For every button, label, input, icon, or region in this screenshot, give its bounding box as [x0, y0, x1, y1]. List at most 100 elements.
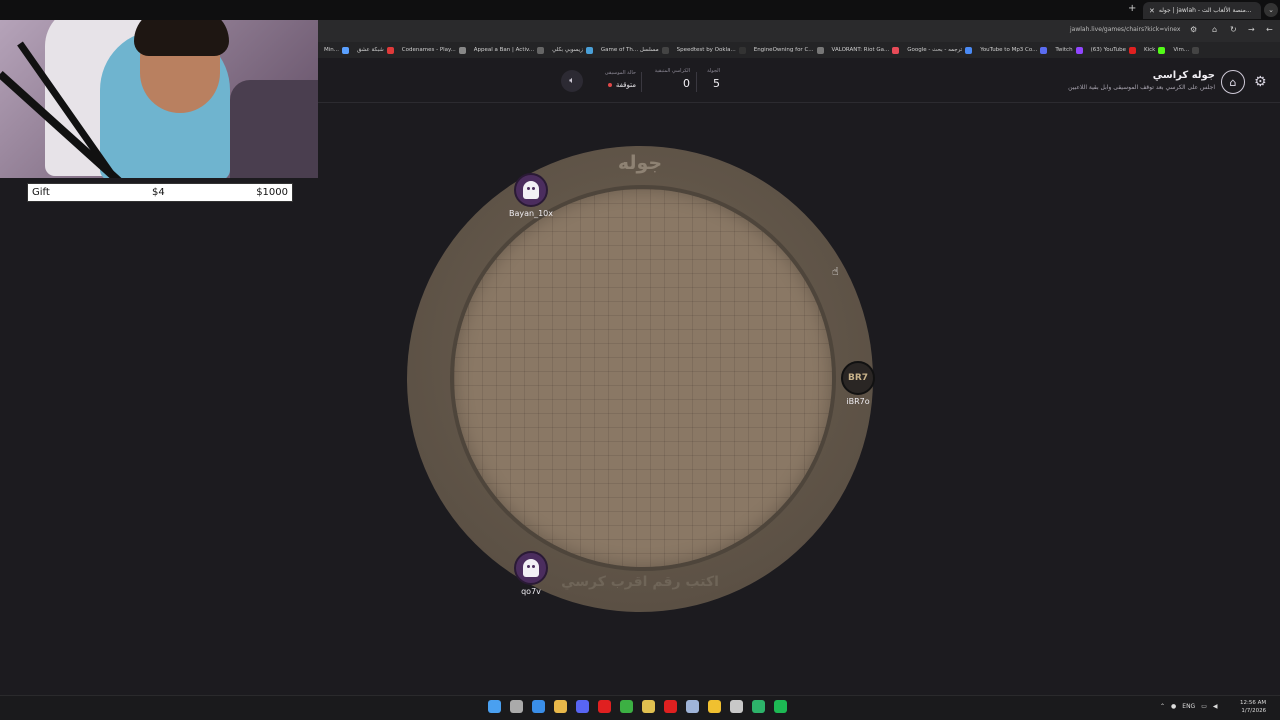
taskbar-app-icon[interactable] — [532, 700, 545, 713]
bookmark-item[interactable]: Min... — [324, 46, 350, 54]
taskbar-app-icon[interactable] — [642, 700, 655, 713]
divider — [641, 72, 642, 92]
bookmark-item[interactable]: VALORANT: Riot Ga... — [831, 46, 900, 54]
time: 12:56 AM — [1240, 700, 1267, 706]
taskbar-app-icon[interactable] — [730, 700, 743, 713]
bookmark-label: Vim... — [1173, 47, 1190, 53]
taskbar-apps — [488, 700, 787, 713]
bookmarks-bar: Min... شبكة عشق Codenames - Play... Appeal … — [318, 42, 1280, 58]
avatar: BR7 — [841, 361, 875, 395]
chevron-up-icon[interactable]: ⌃ — [1160, 703, 1165, 710]
url-field[interactable]: jawlah.live/games/chairs?kick=vinex — [1070, 26, 1180, 33]
bookmark-favicon-icon — [458, 46, 466, 54]
back-icon[interactable]: ← — [1266, 25, 1273, 34]
chair-board-center — [454, 189, 832, 567]
bookmark-item[interactable]: زيسوبي بكلي — [552, 46, 593, 54]
settings-gear-icon[interactable]: ⚙ — [1254, 74, 1267, 90]
bookmark-item[interactable]: (63) YouTube — [1091, 46, 1136, 54]
avatar — [514, 173, 548, 207]
bookmark-favicon-icon — [738, 46, 746, 54]
bookmark-label: VALORANT: Riot Ga... — [831, 47, 890, 53]
bookmark-label: Min... — [324, 47, 340, 53]
bookmark-item[interactable]: Kick — [1143, 46, 1166, 54]
bookmark-item[interactable]: Speedtest by Ookla... — [676, 46, 746, 54]
bookmark-item[interactable]: Game of Th... مسلسل — [601, 46, 669, 54]
round-label: الجولة — [707, 68, 720, 74]
bookmark-label: Codenames - Play... — [401, 47, 456, 53]
new-tab-button[interactable]: + — [1128, 3, 1136, 14]
bookmark-item[interactable]: YouTube to Mp3 Co... — [980, 46, 1048, 54]
webcam-overlay — [0, 0, 318, 178]
status-dot — [607, 83, 612, 87]
avatar — [514, 551, 548, 585]
bookmark-item[interactable]: شبكة عشق — [357, 46, 394, 54]
bookmark-item[interactable]: Codenames - Play... — [401, 46, 466, 54]
bookmark-label: Speedtest by Ookla... — [676, 47, 736, 53]
taskbar-app-icon[interactable] — [752, 700, 765, 713]
ghost-icon — [523, 181, 539, 199]
taskbar-app-icon[interactable] — [598, 700, 611, 713]
taskbar-app-icon[interactable] — [686, 700, 699, 713]
mic-icon[interactable]: ● — [1171, 703, 1176, 710]
language-indicator[interactable]: ENG — [1182, 703, 1195, 710]
game-header — [318, 58, 1280, 103]
music-label: حالة الموسيقى — [604, 70, 636, 76]
hand-cursor-icon: ☝ — [832, 265, 839, 278]
bookmark-label: Kick — [1143, 47, 1156, 53]
player-seat[interactable]: qo7v — [496, 551, 566, 596]
taskbar-app-icon[interactable] — [554, 700, 567, 713]
clock[interactable]: 12:56 AM 1/7/2026 — [1240, 699, 1266, 715]
player-seat[interactable]: Bayan_10x — [496, 173, 566, 218]
bookmark-item[interactable]: Google - ترجمه - بحث — [907, 46, 973, 54]
bookmark-item[interactable]: EngineOwning for C... — [753, 46, 824, 54]
taskbar-app-icon[interactable] — [510, 700, 523, 713]
taskbar-app-icon[interactable] — [488, 700, 501, 713]
taskbar-app-icon[interactable] — [620, 700, 633, 713]
taskbar-app-icon[interactable] — [576, 700, 589, 713]
bookmark-favicon-icon — [537, 46, 545, 54]
house-icon: ⌂ — [1229, 75, 1237, 89]
tab-title: جوله | jawlah - منصة الألعاب الت... — [1158, 7, 1252, 14]
player-seat[interactable]: BR7 iBR7o — [823, 361, 893, 406]
bookmark-item[interactable]: Vim... — [1173, 46, 1200, 54]
bookmark-item[interactable]: Appeal a Ban | Activ... — [473, 46, 545, 54]
page-title: جوله كراسي — [1152, 70, 1215, 81]
bookmark-favicon-icon — [1158, 46, 1166, 54]
volume-icon[interactable]: ◀ — [1213, 703, 1218, 710]
sound-toggle-button[interactable]: 🔈︎ — [561, 70, 583, 92]
browser-tab[interactable]: ✕ جوله | jawlah - منصة الألعاب الت... — [1143, 2, 1261, 19]
divider — [696, 72, 697, 92]
close-tab-icon[interactable]: ✕ — [1149, 7, 1155, 15]
gift-amount: $4 — [152, 187, 165, 198]
bookmark-label: Appeal a Ban | Activ... — [473, 47, 535, 53]
tune-icon[interactable]: ⚙ — [1190, 25, 1197, 34]
taskbar-app-icon[interactable] — [708, 700, 721, 713]
bookmark-label: EngineOwning for C... — [753, 47, 814, 53]
system-tray: ⌃ ● ENG ▭ ◀ — [1160, 703, 1218, 710]
bookmark-favicon-icon — [585, 46, 593, 54]
bookmark-favicon-icon — [965, 46, 973, 54]
taskbar-app-icon[interactable] — [664, 700, 677, 713]
forward-icon[interactable]: → — [1248, 25, 1255, 34]
board-logo: جوله — [617, 152, 663, 174]
bookmark-favicon-icon — [342, 46, 350, 54]
tab-search-icon[interactable]: ⌄ — [1264, 3, 1278, 17]
gift-goal-bar: Gift $4 $1000 — [27, 183, 293, 202]
home-button[interactable]: ⌂ — [1221, 70, 1245, 94]
home-icon[interactable]: ⌂ — [1212, 25, 1217, 34]
ghost-icon — [523, 559, 539, 577]
chairs-value: 0 — [683, 77, 690, 90]
sofa — [230, 80, 318, 178]
network-icon[interactable]: ▭ — [1201, 703, 1207, 710]
music-value: متوقفة — [615, 81, 636, 89]
bookmark-item[interactable]: Twitch — [1055, 46, 1083, 54]
reload-icon[interactable]: ↻ — [1230, 25, 1237, 34]
board-prompt: اكتب رقم اقرب كرسي — [561, 574, 719, 590]
page-subtitle: اجلس على الكرسي بعد توقف الموسيقى وابل ب… — [1068, 84, 1215, 91]
gift-goal: $1000 — [256, 187, 288, 198]
bookmark-label: Twitch — [1055, 47, 1073, 53]
bookmark-label: شبكة عشق — [357, 47, 384, 53]
player-name: Bayan_10x — [508, 209, 553, 218]
bookmark-favicon-icon — [1128, 46, 1136, 54]
taskbar-app-icon[interactable] — [774, 700, 787, 713]
